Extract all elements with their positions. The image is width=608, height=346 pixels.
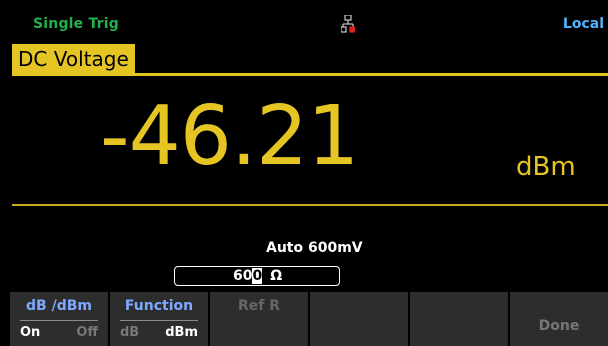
softkey-done[interactable]: Done bbox=[510, 292, 608, 346]
dmm-screen: Single Trig Local DC Voltage -46.21 dBm … bbox=[0, 0, 608, 346]
softkey-empty-5[interactable] bbox=[410, 292, 508, 346]
function-underline bbox=[12, 73, 608, 76]
softkey-separator bbox=[20, 320, 98, 321]
softkey-title: dB /dBm bbox=[26, 298, 92, 314]
softkey-function[interactable]: Function dB dBm bbox=[110, 292, 208, 346]
remote-state-label: Local bbox=[562, 16, 604, 32]
option-dbm: dBm bbox=[165, 325, 198, 340]
option-on: On bbox=[20, 325, 41, 340]
softkey-title: Ref R bbox=[237, 298, 281, 314]
softkey-title: Done bbox=[538, 318, 580, 334]
ref-resistance-value: 600 Ω bbox=[233, 268, 282, 284]
option-db: dB bbox=[120, 325, 140, 340]
softkey-ref-r[interactable]: Ref R bbox=[210, 292, 308, 346]
ref-value-digits: 60 bbox=[233, 268, 253, 284]
softkey-separator bbox=[120, 320, 198, 321]
softkey-db-dbm[interactable]: dB /dBm On Off bbox=[10, 292, 108, 346]
ohm-unit: Ω bbox=[270, 268, 283, 284]
trigger-mode-label: Single Trig bbox=[33, 16, 119, 32]
softkey-options: dB dBm bbox=[120, 325, 198, 340]
softkey-options: On Off bbox=[20, 325, 98, 340]
lan-icon bbox=[341, 15, 355, 33]
softkey-title: Function bbox=[124, 298, 194, 314]
option-off: Off bbox=[76, 325, 98, 340]
reading-unit: dBm bbox=[516, 152, 576, 182]
softkey-menu: dB /dBm On Off Function dB dBm Ref R Don… bbox=[0, 292, 608, 346]
input-cursor: 0 bbox=[252, 268, 263, 284]
range-label: Auto 600mV bbox=[266, 240, 363, 256]
softkey-empty-4[interactable] bbox=[310, 292, 408, 346]
main-reading: -46.21 bbox=[100, 89, 359, 184]
function-label: DC Voltage bbox=[12, 44, 135, 74]
status-bar: Single Trig Local bbox=[0, 0, 608, 36]
reading-divider bbox=[12, 204, 608, 206]
